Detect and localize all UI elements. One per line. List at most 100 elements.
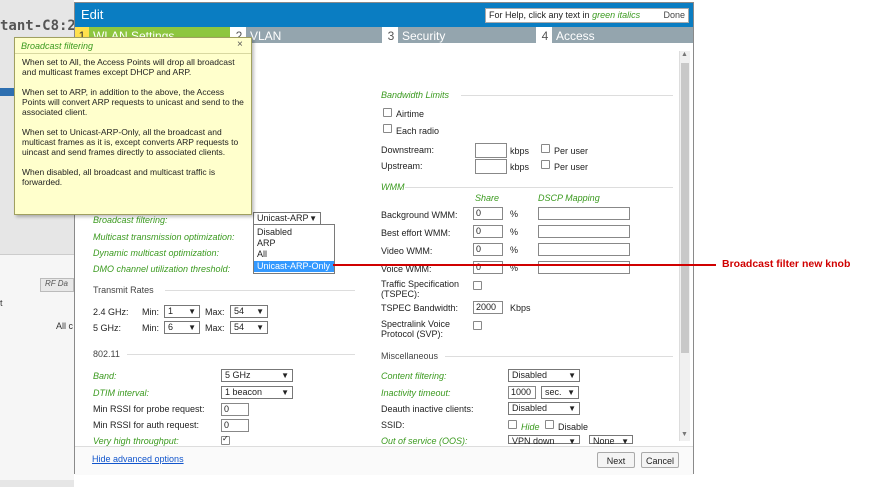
divider: [445, 356, 673, 357]
band-label[interactable]: Band:: [93, 371, 117, 381]
tab-label: VLAN: [250, 29, 282, 43]
downstream-label: Downstream:: [381, 145, 435, 155]
select-value: None: [593, 436, 615, 446]
downstream-per-user-label: Per user: [554, 146, 589, 156]
chevron-down-icon: ▼: [281, 371, 289, 380]
downstream-input[interactable]: [475, 143, 507, 158]
dialog-footer: Hide advanced options Next Cancel: [75, 446, 693, 475]
scroll-down-icon[interactable]: ▼: [681, 431, 688, 438]
airtime-label: Airtime: [396, 109, 425, 119]
rate-5-max-select[interactable]: 54 ▼: [230, 321, 268, 334]
rate-24-min-select[interactable]: 1 ▼: [164, 305, 200, 318]
inactivity-timeout-input[interactable]: 1000: [508, 386, 536, 399]
tab-label: Security: [402, 29, 446, 43]
band-select[interactable]: 5 GHz ▼: [221, 369, 293, 382]
tspec-checkbox[interactable]: [473, 281, 482, 290]
dynamic-multicast-label[interactable]: Dynamic multicast optimization:: [93, 248, 219, 258]
divider: [405, 187, 673, 188]
cancel-button[interactable]: Cancel: [641, 452, 679, 468]
chevron-down-icon: ▼: [188, 307, 196, 316]
dropdown-option-arp[interactable]: ARP: [254, 238, 334, 249]
ssid-hide-checkbox[interactable]: [508, 420, 517, 429]
annotation-arrow-line: [333, 264, 716, 266]
rate-5-label: 5 GHz:: [93, 323, 122, 333]
upstream-input[interactable]: [475, 159, 507, 174]
wmm-heading[interactable]: WMM: [381, 182, 405, 192]
dropdown-option-all[interactable]: All: [254, 249, 334, 260]
upstream-per-user-checkbox[interactable]: [541, 160, 550, 169]
broadcast-filtering-help-popup: Broadcast filtering × When set to All, t…: [14, 37, 252, 215]
multicast-optimization-label[interactable]: Multicast transmission optimization:: [93, 232, 235, 242]
dtim-select[interactable]: 1 beacon ▼: [221, 386, 293, 399]
background-rf-tab[interactable]: RF Da: [40, 278, 74, 292]
downstream-per-user-checkbox[interactable]: [541, 144, 550, 153]
inactivity-timeout-label[interactable]: Inactivity timeout:: [381, 388, 451, 398]
broadcast-filtering-dropdown-list: Disabled ARP All Unicast-ARP-Only: [253, 224, 335, 274]
inactivity-unit-select[interactable]: sec. ▼: [541, 386, 579, 399]
rate-5-min-label: Min:: [142, 323, 160, 333]
tab-vlan[interactable]: 2 VLAN: [232, 27, 382, 43]
wmm-voice-dscp-input[interactable]: [538, 261, 630, 274]
oos-time-select[interactable]: None ▼: [589, 435, 633, 446]
help-green: green italics: [592, 10, 641, 20]
dropdown-option-disabled[interactable]: Disabled: [254, 227, 334, 238]
tab-security[interactable]: 3 Security: [384, 27, 536, 43]
ssid-disable-checkbox[interactable]: [545, 420, 554, 429]
tspec-bandwidth-label: TSPEC Bandwidth:: [381, 303, 459, 313]
chevron-down-icon: ▼: [281, 388, 289, 397]
rssi-auth-input[interactable]: 0: [221, 419, 249, 432]
oos-select[interactable]: VPN down ▼: [508, 435, 580, 446]
wmm-video-share-input[interactable]: 0: [473, 243, 503, 256]
tab-number: 4: [538, 27, 552, 43]
wmm-video-dscp-input[interactable]: [538, 243, 630, 256]
downstream-unit: kbps: [510, 146, 530, 156]
rssi-probe-input[interactable]: 0: [221, 403, 249, 416]
vht-label[interactable]: Very high throughput:: [93, 436, 179, 446]
bandwidth-limits-heading[interactable]: Bandwidth Limits: [381, 90, 449, 100]
dialog-scrollbar[interactable]: ▲ ▼: [679, 51, 690, 441]
select-value: 1 beacon: [225, 387, 263, 397]
scroll-up-icon[interactable]: ▲: [681, 51, 688, 58]
dmo-threshold-label[interactable]: DMO channel utilization threshold:: [93, 264, 230, 274]
wmm-background-dscp-input[interactable]: [538, 207, 630, 220]
chevron-down-icon: ▼: [309, 214, 317, 223]
vht-checkbox[interactable]: [221, 434, 230, 445]
help-done-button[interactable]: Done: [663, 9, 685, 22]
background-text: t: [0, 298, 3, 308]
next-button[interactable]: Next: [597, 452, 635, 468]
airtime-checkbox[interactable]: [383, 108, 392, 117]
chevron-down-icon: ▼: [256, 323, 264, 332]
help-popup-title: Broadcast filtering: [21, 41, 94, 51]
content-filtering-label[interactable]: Content filtering:: [381, 371, 447, 381]
wmm-background-share-input[interactable]: 0: [473, 207, 503, 220]
wmm-voice-share-input[interactable]: 0: [473, 261, 503, 274]
tspec-bandwidth-input[interactable]: 2000: [473, 301, 503, 314]
deauth-select[interactable]: Disabled ▼: [508, 402, 580, 415]
wmm-best-effort-dscp-input[interactable]: [538, 225, 630, 238]
chevron-down-icon: ▼: [568, 371, 576, 380]
oos-label[interactable]: Out of service (OOS):: [381, 436, 468, 446]
each-radio-checkbox[interactable]: [383, 124, 392, 133]
select-value: Disabled: [512, 403, 548, 413]
scrollbar-thumb[interactable]: [681, 63, 689, 353]
rate-5-min-select[interactable]: 6 ▼: [164, 321, 200, 334]
wmm-best-effort-share-input[interactable]: 0: [473, 225, 503, 238]
close-icon[interactable]: ×: [237, 39, 243, 50]
ssid-disable-label: Disable: [558, 422, 589, 432]
dtim-label[interactable]: DTIM interval:: [93, 388, 149, 398]
help-hint: For Help, click any text in green italic…: [485, 8, 689, 23]
dropdown-option-unicast-arp-only[interactable]: Unicast-ARP-Only: [254, 261, 334, 272]
hide-advanced-options-link[interactable]: Hide advanced options: [92, 454, 184, 464]
rate-24-label: 2.4 GHz:: [93, 307, 129, 317]
select-value: 54: [234, 322, 245, 332]
tab-access[interactable]: 4 Access: [538, 27, 693, 43]
dot11-heading: 802.11: [93, 349, 120, 359]
rate-24-max-select[interactable]: 54 ▼: [230, 305, 268, 318]
background-column: All c: [56, 321, 74, 331]
svp-checkbox[interactable]: [473, 321, 482, 330]
miscellaneous-heading: Miscellaneous: [381, 351, 439, 361]
wmm-video-unit: %: [510, 245, 519, 255]
broadcast-filtering-label[interactable]: Broadcast filtering:: [93, 215, 168, 225]
wmm-background-label: Background WMM:: [381, 210, 458, 220]
content-filtering-select[interactable]: Disabled ▼: [508, 369, 580, 382]
